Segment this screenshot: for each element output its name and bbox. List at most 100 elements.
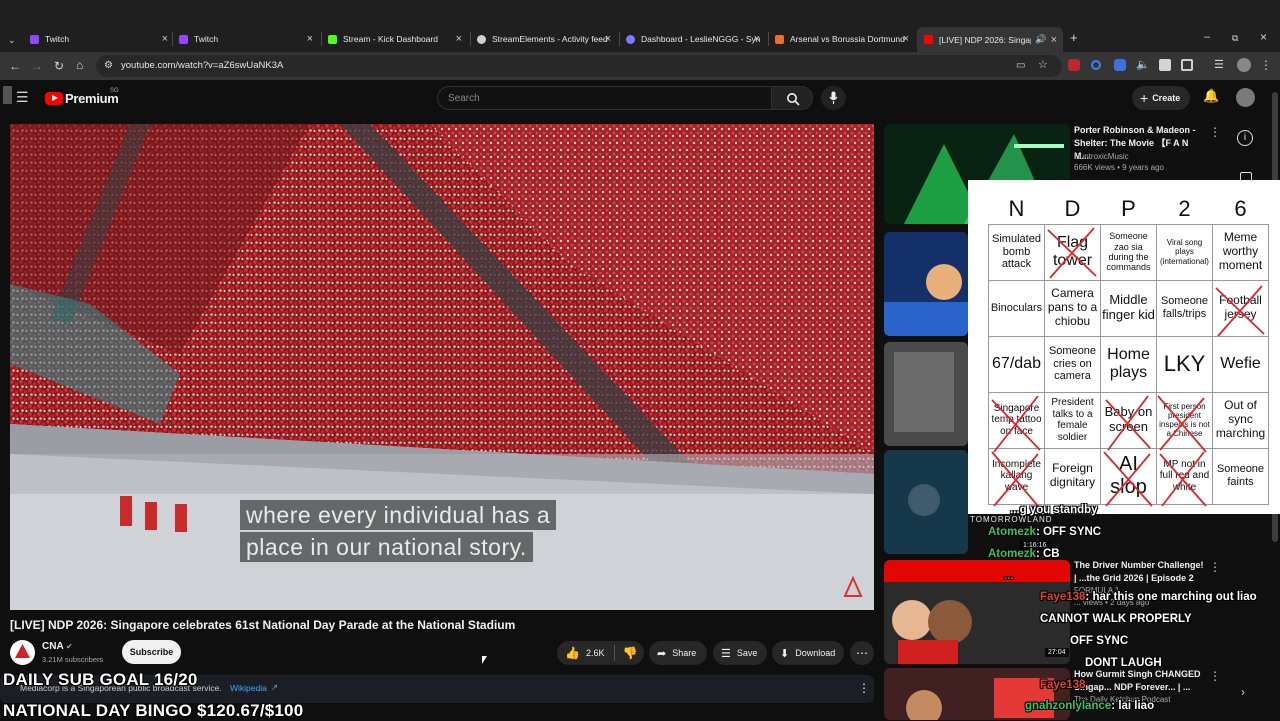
chat-text: har this one marching out liao [1092, 591, 1257, 603]
bingo-cell: Someone faints [1212, 447, 1269, 505]
bingo-cell: Binoculars [988, 279, 1045, 337]
verified-icon: ✔ [66, 642, 73, 651]
subscribe-label: Subscribe [129, 647, 174, 657]
tab-title: Dashboard - LeslieNGGG - Syn [641, 34, 760, 44]
notifications-bell-icon[interactable]: 🔔 [1203, 89, 1219, 102]
tab-kick-dashboard[interactable]: Stream - Kick Dashboard × [328, 29, 462, 49]
chat-message: CANNOT WALK PROPERLY [1040, 613, 1192, 625]
tab-streamelements[interactable]: StreamElements - Activity feed × [477, 29, 611, 49]
video-caption-line: where every individual has a [240, 500, 557, 530]
hamburger-menu-icon[interactable]: ☰ [16, 90, 29, 104]
scroll-handle[interactable] [3, 86, 12, 104]
tab-arsenal-dortmund[interactable]: Arsenal vs Borussia Dortmund × [775, 29, 909, 49]
restore-icon[interactable]: ⧉ [1232, 32, 1238, 44]
recommended-meta: 666K views • 9 years ago [1074, 163, 1164, 172]
browser-tab-strip: ⌄ Twitch × Twitch × Stream - Kick Dashbo… [0, 0, 1280, 52]
chat-text: CB [1042, 548, 1060, 560]
sub-goal-overlay: DAILY SUB GOAL 16/20 [3, 670, 198, 689]
close-icon[interactable]: × [162, 33, 168, 45]
bingo-cell: 67/dab [988, 335, 1045, 393]
video-player[interactable]: where every individual has a place in ou… [10, 124, 874, 610]
extension-icon[interactable] [1114, 59, 1126, 71]
create-button[interactable]: + Create [1132, 86, 1190, 110]
more-vert-icon[interactable]: ⋮ [1209, 561, 1221, 573]
like-icon[interactable]: 👍 [565, 646, 580, 660]
close-icon[interactable]: × [456, 33, 462, 45]
voice-search-button[interactable] [821, 86, 846, 110]
tab-search-icon[interactable]: ☰ [1214, 59, 1224, 71]
chat-username: gnahzonlylance [1025, 700, 1112, 712]
close-icon[interactable]: × [605, 33, 611, 45]
save-button[interactable]: ☰ Save [713, 641, 767, 665]
browser-menu-icon[interactable]: ⋮ [1260, 59, 1272, 71]
chat-message: OFF SYNC [1070, 635, 1128, 647]
search-input[interactable]: Search [437, 86, 772, 110]
tab-youtube-ndp[interactable]: [LIVE] NDP 2026: Singapore 🔊 × [917, 27, 1063, 52]
close-icon[interactable]: × [1051, 34, 1057, 46]
channel-name[interactable]: CNA [42, 641, 64, 652]
subscribe-button[interactable]: Subscribe [122, 640, 181, 664]
recommended-title[interactable]: How Gurmit Singh CHANGED Singap... NDP F… [1074, 668, 1204, 694]
address-bar[interactable]: ⚙ youtube.com/watch?v=aZ6swUaNK3A ▭ ☆ [96, 55, 1062, 77]
dislike-icon[interactable]: 👎 [622, 646, 637, 660]
extensions-puzzle-icon[interactable] [1181, 59, 1193, 71]
info-more-icon[interactable]: ⋮ [858, 681, 870, 695]
bingo-cell: Wefie [1212, 335, 1269, 393]
site-settings-icon[interactable]: ⚙ [104, 60, 113, 72]
close-window-icon[interactable]: × [1260, 31, 1267, 43]
recommended-thumbnail[interactable] [884, 232, 968, 336]
share-button[interactable]: ➦ Share [649, 641, 707, 665]
tab-twitch-1[interactable]: Twitch × [30, 29, 168, 49]
download-button[interactable]: ⬇ Download [772, 641, 844, 665]
like-count[interactable]: 2.6K [586, 648, 605, 658]
youtube-logo-icon[interactable] [45, 92, 63, 105]
chat-message: Atomezk: OFF SYNC [988, 526, 1102, 538]
more-vert-icon[interactable]: ⋮ [1209, 670, 1221, 682]
tab-dashboard-leslie[interactable]: Dashboard - LeslieNGGG - Syn × [626, 29, 760, 49]
channel-avatar[interactable] [10, 640, 35, 665]
wikipedia-link[interactable]: Wikipedia [230, 683, 267, 693]
extension-icon[interactable] [1091, 60, 1101, 70]
account-avatar[interactable] [1236, 88, 1255, 107]
tab-twitch-2[interactable]: Twitch × [179, 29, 313, 49]
next-arrow-icon[interactable]: › [1241, 686, 1245, 698]
recommended-channel: HuntroxicMusic [1074, 152, 1129, 161]
bingo-cell: Flag tower [1044, 223, 1101, 281]
tab-search-chevron-icon[interactable]: ⌄ [8, 34, 16, 46]
close-icon[interactable]: × [754, 33, 760, 45]
minimize-icon[interactable]: – [1204, 31, 1210, 43]
recommended-thumbnail[interactable] [884, 450, 968, 554]
download-label: Download [795, 648, 836, 658]
chat-text: OFF SYNC [1070, 635, 1129, 647]
bingo-cell: Someone zao sia during the commands [1100, 223, 1157, 281]
bingo-cell: First person president inspects is not a… [1156, 391, 1213, 449]
download-icon: ⬇ [780, 647, 790, 660]
recommended-title[interactable]: The Driver Number Challenge! | ...the Gr… [1074, 559, 1204, 585]
subscriber-count: 3.21M subscribers [42, 655, 104, 664]
recommended-thumbnail[interactable] [884, 668, 1070, 720]
info-icon[interactable]: i [1237, 130, 1253, 146]
more-vert-icon[interactable]: ⋮ [1209, 126, 1221, 138]
tab-title: [LIVE] NDP 2026: Singapore [939, 34, 1031, 45]
forward-icon[interactable]: → [31, 60, 43, 72]
recommended-thumbnail[interactable] [884, 560, 1070, 664]
chat-username: Atomezk [988, 548, 1036, 560]
recommended-thumbnail[interactable] [884, 342, 968, 446]
search-button[interactable] [771, 86, 813, 110]
extension-icon[interactable] [1159, 59, 1171, 71]
home-icon[interactable]: ⌂ [76, 59, 83, 71]
reload-icon[interactable]: ↻ [54, 60, 64, 72]
new-tab-icon[interactable]: + [1070, 31, 1078, 44]
bookmark-star-icon[interactable]: ☆ [1038, 59, 1048, 71]
close-icon[interactable]: × [307, 33, 313, 45]
back-icon[interactable]: ← [9, 60, 21, 72]
profile-avatar[interactable] [1237, 58, 1251, 72]
close-icon[interactable]: × [903, 33, 909, 45]
mouse-cursor-icon [482, 656, 487, 664]
volume-extension-icon[interactable]: 🔈 [1136, 59, 1150, 71]
more-actions-button[interactable]: ⋯ [850, 641, 874, 665]
extension-icon[interactable] [1068, 59, 1080, 71]
audio-playing-icon[interactable]: 🔊 [1035, 34, 1046, 45]
cast-icon[interactable]: ▭ [1016, 60, 1025, 72]
bingo-goal-overlay: NATIONAL DAY BINGO $120.67/$100 [3, 701, 304, 720]
